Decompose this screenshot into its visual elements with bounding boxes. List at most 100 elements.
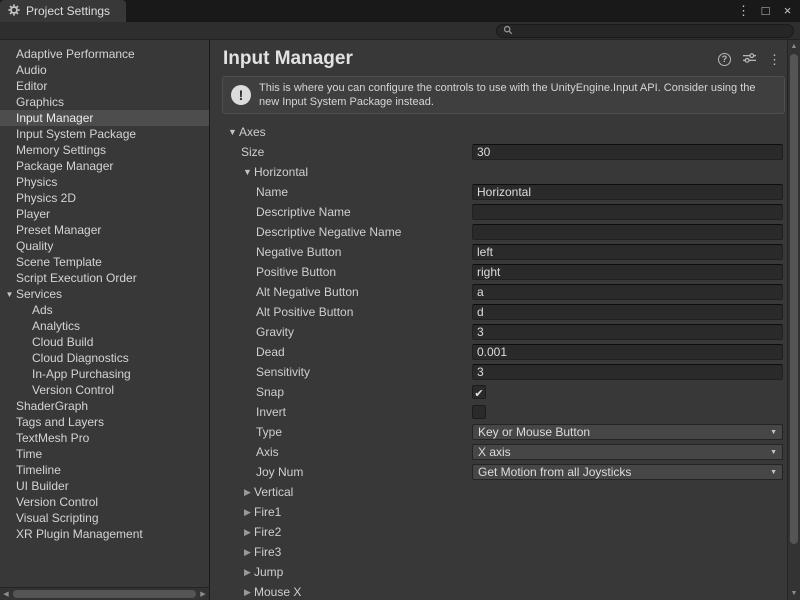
sidebar-item-ui-builder[interactable]: UI Builder [0, 478, 209, 494]
axes-foldout[interactable]: ▼Axes [226, 124, 266, 140]
sidebar-item-ads[interactable]: Ads [0, 302, 209, 318]
sidebar-item-label: Time [16, 447, 42, 461]
help-icon[interactable]: ? [718, 53, 731, 66]
vertical-scrollbar[interactable]: ▲ ▼ [787, 40, 800, 600]
sidebar-item-input-manager[interactable]: Input Manager [0, 110, 209, 126]
sidebar-item-cloud-diagnostics[interactable]: Cloud Diagnostics [0, 350, 209, 366]
name-field[interactable] [472, 184, 783, 200]
snap-checkbox[interactable]: ✔ [472, 385, 486, 399]
sidebar-item-graphics[interactable]: Graphics [0, 94, 209, 110]
field-area [472, 364, 783, 380]
row-label-text: Gravity [256, 325, 294, 339]
sidebar-item-textmesh-pro[interactable]: TextMesh Pro [0, 430, 209, 446]
sidebar-item-scene-template[interactable]: Scene Template [0, 254, 209, 270]
sidebar-item-tags-and-layers[interactable]: Tags and Layers [0, 414, 209, 430]
close-icon[interactable]: × [781, 0, 794, 22]
sensitivity-field[interactable] [472, 364, 783, 380]
scroll-up-icon[interactable]: ▲ [788, 43, 800, 50]
sidebar-item-label: Physics 2D [16, 191, 76, 205]
sidebar-item-label: Memory Settings [16, 143, 106, 157]
sidebar-item-audio[interactable]: Audio [0, 62, 209, 78]
gravity-field[interactable] [472, 324, 783, 340]
dead-field[interactable] [472, 344, 783, 360]
horizontal-foldout[interactable]: ▼Horizontal [241, 164, 308, 180]
row-gravity: Gravity [211, 322, 787, 342]
foldout-expanded-icon[interactable]: ▼ [3, 290, 16, 299]
axis-dropdown[interactable]: X axis▼ [472, 444, 783, 460]
descriptive-name-field[interactable] [472, 204, 783, 220]
foldout-collapsed-icon[interactable]: ▶ [241, 547, 254, 558]
invert-checkbox[interactable] [472, 405, 486, 419]
sidebar-item-script-execution-order[interactable]: Script Execution Order [0, 270, 209, 286]
window-controls: ⋮ □ × [737, 0, 794, 22]
project-settings-tab[interactable]: Project Settings [0, 0, 126, 22]
info-icon: ! [231, 85, 251, 105]
sidebar-item-editor[interactable]: Editor [0, 78, 209, 94]
row-invert: Invert [211, 402, 787, 422]
sidebar-item-input-system-package[interactable]: Input System Package [0, 126, 209, 142]
alt-positive-button-field[interactable] [472, 304, 783, 320]
sidebar-item-quality[interactable]: Quality [0, 238, 209, 254]
foldout-expanded-icon[interactable]: ▼ [241, 167, 254, 177]
foldout-collapsed-icon[interactable]: ▶ [241, 587, 254, 598]
sidebar-item-analytics[interactable]: Analytics [0, 318, 209, 334]
row-positive-button: Positive Button [211, 262, 787, 282]
descriptive-negative-name-field[interactable] [472, 224, 783, 240]
mouse-x-foldout[interactable]: ▶Mouse X [241, 584, 301, 600]
sidebar-item-package-manager[interactable]: Package Manager [0, 158, 209, 174]
alt-negative-button-field[interactable] [472, 284, 783, 300]
jump-foldout[interactable]: ▶Jump [241, 564, 283, 580]
sidebar-item-xr-plugin-management[interactable]: XR Plugin Management [0, 526, 209, 542]
sidebar-item-adaptive-performance[interactable]: Adaptive Performance [0, 46, 209, 62]
fire1-foldout[interactable]: ▶Fire1 [241, 504, 281, 520]
vertical-scrollbar-thumb[interactable] [790, 54, 798, 544]
sidebar-item-shadergraph[interactable]: ShaderGraph [0, 398, 209, 414]
search-box[interactable] [496, 24, 794, 38]
row-fire1: ▶Fire1 [211, 502, 787, 522]
context-menu-icon[interactable]: ⋮ [768, 53, 781, 66]
foldout-collapsed-icon[interactable]: ▶ [241, 567, 254, 578]
type-dropdown[interactable]: Key or Mouse Button▼ [472, 424, 783, 440]
sidebar-item-physics[interactable]: Physics [0, 174, 209, 190]
scroll-left-icon[interactable]: ◀ [0, 588, 12, 600]
horizontal-scrollbar[interactable]: ◀ ▶ [0, 587, 210, 600]
size-field[interactable] [472, 144, 783, 160]
sidebar-item-label: In-App Purchasing [32, 367, 131, 381]
foldout-collapsed-icon[interactable]: ▶ [241, 527, 254, 538]
sidebar-item-visual-scripting[interactable]: Visual Scripting [0, 510, 209, 526]
preset-icon[interactable] [743, 52, 756, 67]
scroll-down-icon[interactable]: ▼ [788, 590, 800, 597]
sidebar-item-player[interactable]: Player [0, 206, 209, 222]
sidebar-item-version-control[interactable]: Version Control [0, 382, 209, 398]
row-joy-num: Joy NumGet Motion from all Joysticks▼ [211, 462, 787, 482]
scroll-right-icon[interactable]: ▶ [197, 588, 209, 600]
row-label-text: Fire1 [254, 505, 281, 519]
positive-button-field[interactable] [472, 264, 783, 280]
sidebar-item-memory-settings[interactable]: Memory Settings [0, 142, 209, 158]
negative-button-field[interactable] [472, 244, 783, 260]
foldout-collapsed-icon[interactable]: ▶ [241, 487, 254, 498]
joy-num-dropdown[interactable]: Get Motion from all Joysticks▼ [472, 464, 783, 480]
sidebar-item-physics-2d[interactable]: Physics 2D [0, 190, 209, 206]
row-size: Size [211, 142, 787, 162]
row-label-text: Descriptive Negative Name [256, 225, 401, 239]
sidebar-item-in-app-purchasing[interactable]: In-App Purchasing [0, 366, 209, 382]
foldout-expanded-icon[interactable]: ▼ [226, 127, 239, 137]
row-label-text: Size [241, 145, 264, 159]
vertical-foldout[interactable]: ▶Vertical [241, 484, 293, 500]
checkmark-icon: ✔ [474, 388, 483, 400]
fire3-foldout[interactable]: ▶Fire3 [241, 544, 281, 560]
foldout-collapsed-icon[interactable]: ▶ [241, 507, 254, 518]
sidebar-item-timeline[interactable]: Timeline [0, 462, 209, 478]
horizontal-scrollbar-thumb[interactable] [13, 590, 196, 598]
sidebar-item-preset-manager[interactable]: Preset Manager [0, 222, 209, 238]
sidebar-item-version-control[interactable]: Version Control [0, 494, 209, 510]
row-dead: Dead [211, 342, 787, 362]
sidebar-item-time[interactable]: Time [0, 446, 209, 462]
sidebar-item-services[interactable]: ▼Services [0, 286, 209, 302]
search-input[interactable] [517, 25, 787, 37]
fire2-foldout[interactable]: ▶Fire2 [241, 524, 281, 540]
maximize-icon[interactable]: □ [759, 0, 772, 22]
window-menu-icon[interactable]: ⋮ [737, 0, 750, 22]
sidebar-item-cloud-build[interactable]: Cloud Build [0, 334, 209, 350]
